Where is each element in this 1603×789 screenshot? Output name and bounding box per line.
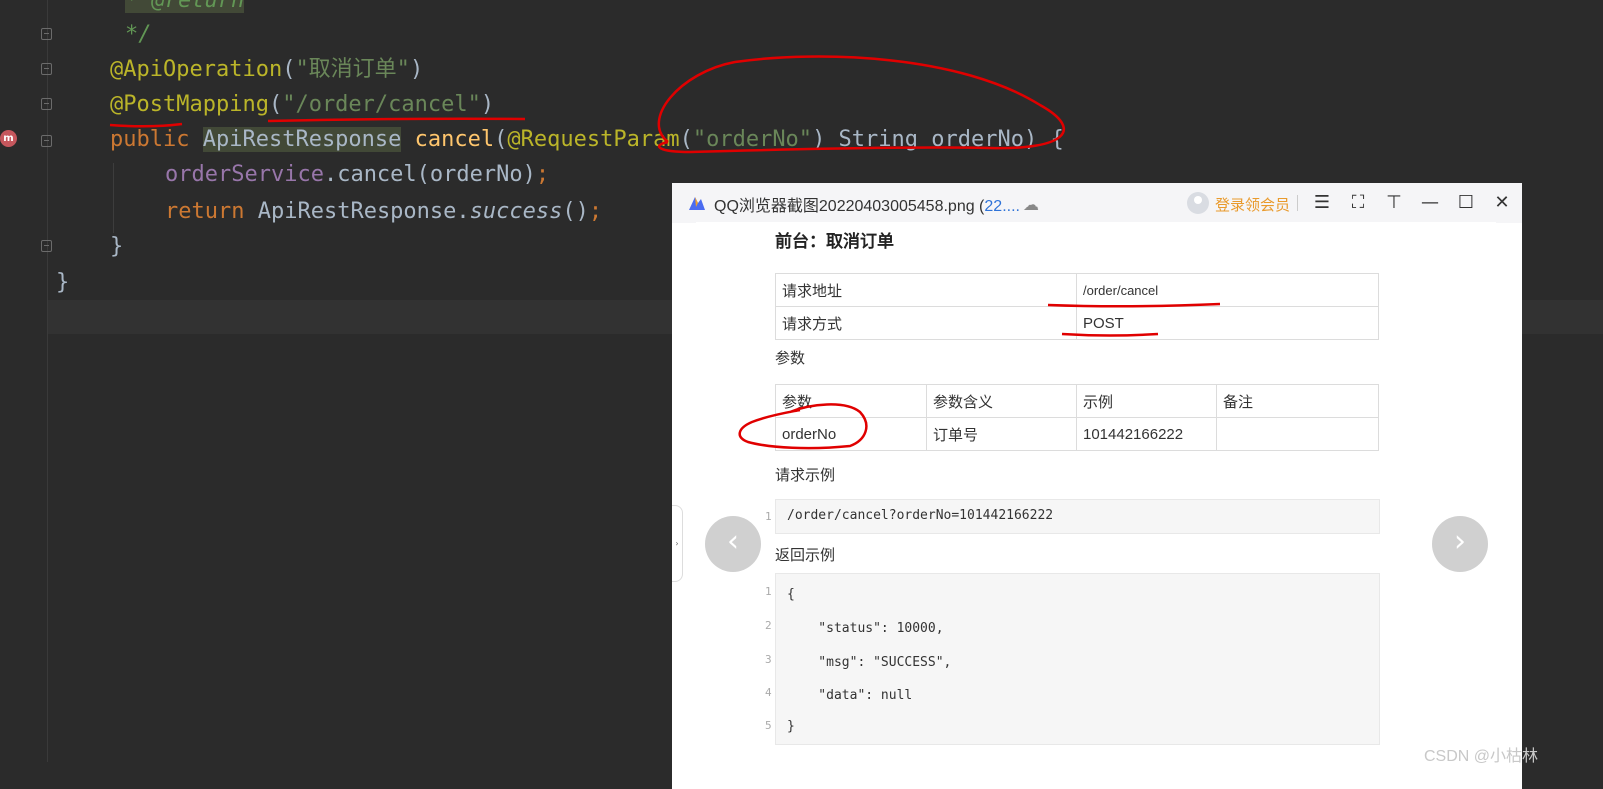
brace: }	[110, 234, 124, 259]
method-call: .cancel(orderNo)	[323, 162, 536, 187]
brace: }	[56, 270, 70, 295]
field-name: orderService	[165, 162, 324, 187]
code-line: }	[56, 268, 69, 298]
paren: (	[282, 57, 296, 82]
column-header: 备注	[1216, 384, 1379, 418]
line-number: 1	[765, 585, 772, 598]
string-literal: "/order/cancel"	[282, 92, 481, 117]
javadoc-return-tag: * @return	[125, 0, 245, 13]
column-header: 参数	[775, 384, 927, 418]
table-cell: orderNo	[775, 417, 927, 451]
table-header-row: 参数 参数含义 示例 备注	[775, 384, 1379, 418]
maximize-icon[interactable]: ☐	[1452, 189, 1480, 217]
code-text: /order/cancel?orderNo=101442166222	[787, 508, 1054, 523]
paren: )	[409, 57, 424, 82]
paren: (	[679, 127, 693, 152]
table-cell	[1216, 417, 1379, 451]
code-text: "msg": "SUCCESS",	[787, 655, 952, 670]
fold-icon[interactable]	[41, 98, 52, 110]
previous-image-button[interactable]: ‹	[705, 516, 761, 572]
fold-icon[interactable]	[41, 135, 52, 147]
code-text: }	[787, 719, 795, 734]
page-title: 前台：取消订单	[775, 232, 894, 251]
line-number: 2	[765, 619, 772, 632]
code-line: return ApiRestResponse.success();	[165, 197, 602, 227]
type-name: ApiRestResponse.	[257, 199, 470, 224]
annotation: @RequestParam	[507, 127, 680, 152]
line-number: 5	[765, 719, 772, 732]
static-call: success	[469, 199, 563, 224]
fold-icon[interactable]	[41, 28, 52, 40]
code-line: public ApiRestResponse cancel(@RequestPa…	[110, 125, 1064, 155]
comment-end: */	[125, 22, 152, 47]
fullscreen-icon[interactable]: ⛶	[1344, 189, 1372, 217]
request-info-table: 请求地址 /order/cancel 请求方式 POST	[775, 273, 1379, 340]
code-line: @PostMapping("/order/cancel")	[110, 90, 494, 120]
line-number: 1	[765, 510, 772, 523]
line-number: 3	[765, 653, 772, 666]
indent-guide	[113, 163, 114, 233]
string-literal: "取消订单"	[295, 57, 410, 82]
cloud-upload-icon[interactable]: ☁	[1023, 195, 1039, 214]
code-line: }	[110, 232, 123, 262]
code-line: @ApiOperation("取消订单")	[110, 55, 423, 85]
paren: )	[480, 92, 495, 117]
fold-icon[interactable]	[41, 63, 52, 75]
table-cell: POST	[1076, 306, 1379, 340]
side-panel-toggle-icon[interactable]: ›	[672, 505, 683, 582]
params-table: 参数 参数含义 示例 备注 orderNo 订单号 101442166222	[775, 384, 1379, 451]
paren: ()	[562, 199, 589, 224]
fold-icon[interactable]	[41, 240, 52, 252]
file-name: QQ浏览器截图20220403005458.png (	[714, 198, 985, 215]
close-icon[interactable]: ✕	[1488, 189, 1516, 217]
viewer-titlebar[interactable]: QQ浏览器截图20220403005458.png (22.... ☁ 登录领会…	[672, 183, 1522, 223]
table-cell: 请求方式	[775, 306, 1077, 340]
gutter-divider	[47, 0, 48, 789]
section-title: 返回示例	[775, 547, 836, 564]
login-member-link[interactable]: 登录领会员	[1215, 194, 1290, 215]
table-cell: 请求地址	[775, 273, 1077, 307]
divider	[1297, 195, 1298, 211]
code-text: {	[787, 587, 795, 602]
table-cell: 订单号	[926, 417, 1077, 451]
type-name: ApiRestResponse	[202, 127, 402, 152]
file-size: 22....	[984, 198, 1020, 215]
next-image-button[interactable]: ›	[1432, 516, 1488, 572]
keyword: return	[165, 199, 245, 224]
file-title: QQ浏览器截图20220403005458.png (22....	[714, 192, 1020, 216]
paren: (	[494, 127, 508, 152]
semicolon: ;	[588, 199, 603, 224]
table-cell: /order/cancel	[1076, 273, 1379, 307]
string-literal: "orderNo"	[692, 127, 813, 152]
watermark: CSDN @小枯林	[1424, 748, 1539, 765]
code-line: * @return	[125, 0, 245, 16]
code-text: "status": 10000,	[787, 621, 944, 636]
qq-browser-logo-icon	[689, 197, 705, 210]
pin-icon[interactable]: ⊤	[1380, 189, 1408, 217]
annotation: @ApiOperation	[110, 57, 283, 82]
semicolon: ;	[535, 162, 550, 187]
method-name: cancel	[414, 127, 495, 152]
implementation-marker-icon[interactable]: m	[0, 130, 17, 147]
table-row: orderNo 订单号 101442166222	[775, 417, 1379, 451]
menu-icon[interactable]: ☰	[1308, 189, 1336, 217]
avatar[interactable]	[1187, 192, 1209, 214]
table-row: 请求方式 POST	[775, 306, 1379, 340]
table-cell: 101442166222	[1076, 417, 1217, 451]
paren: (	[268, 92, 283, 117]
table-row: 请求地址 /order/cancel	[775, 273, 1379, 307]
parameter-list: ) String orderNo) {	[812, 127, 1064, 152]
code-text: "data": null	[787, 688, 913, 703]
annotation: @PostMapping	[110, 92, 269, 117]
section-title: 参数	[775, 350, 806, 367]
column-header: 参数含义	[926, 384, 1077, 418]
code-line: orderService.cancel(orderNo);	[165, 160, 549, 190]
keyword: public	[110, 127, 190, 152]
column-header: 示例	[1076, 384, 1217, 418]
code-line: */	[125, 20, 152, 50]
line-number: 4	[765, 686, 772, 699]
section-title: 请求示例	[775, 467, 836, 484]
minimize-icon[interactable]: —	[1416, 189, 1444, 217]
